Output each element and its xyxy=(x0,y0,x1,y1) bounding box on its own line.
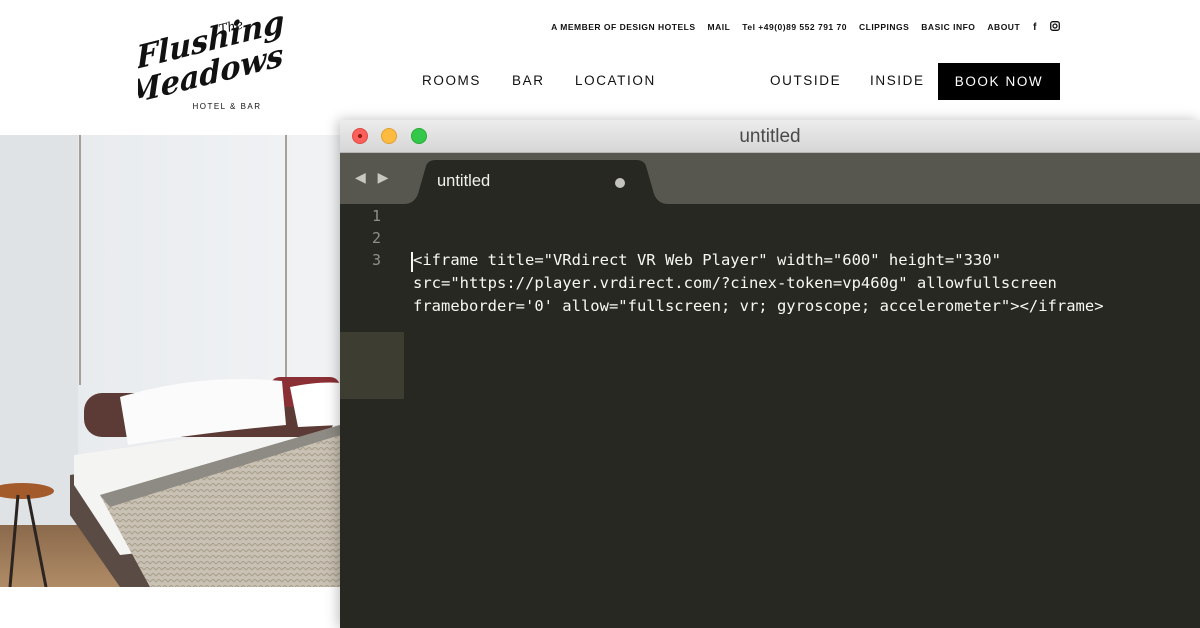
tab-bar: ◀ ▶ untitled xyxy=(340,153,1200,204)
tab-untitled[interactable]: untitled xyxy=(404,160,668,204)
nav-location[interactable]: LOCATION xyxy=(575,73,656,88)
code-line[interactable]: src="https://player.vrdirect.com/?cinex-… xyxy=(413,272,1057,295)
unsaved-dot-icon[interactable] xyxy=(615,178,625,188)
instagram-glyph xyxy=(1050,20,1060,31)
top-nav-basic-info[interactable]: BASIC INFO xyxy=(921,22,975,32)
nav-inside[interactable]: INSIDE xyxy=(870,73,925,88)
window-titlebar[interactable]: untitled xyxy=(340,120,1200,153)
nav-rooms[interactable]: ROOMS xyxy=(422,73,481,88)
active-line-gutter-highlight xyxy=(340,332,404,399)
top-utility-nav: A MEMBER OF DESIGN HOTELS MAIL Tel +49(0… xyxy=(539,20,1060,34)
code-line[interactable]: <iframe title="VRdirect VR Web Player" w… xyxy=(413,249,1001,272)
line-number: 1 xyxy=(371,207,381,225)
code-line[interactable]: frameborder='0' allow="fullscreen; vr; g… xyxy=(413,295,1104,318)
top-nav-phone[interactable]: Tel +49(0)89 552 791 70 xyxy=(742,22,847,32)
book-now-button[interactable]: BOOK NOW xyxy=(938,63,1060,100)
top-nav-design-hotels[interactable]: A MEMBER OF DESIGN HOTELS xyxy=(551,22,695,32)
code-editor-window[interactable]: untitled ◀ ▶ untitled 1 2 3 <iframe titl… xyxy=(340,120,1200,628)
top-nav-about[interactable]: ABOUT xyxy=(987,22,1020,32)
tab-nav-arrows-icon[interactable]: ◀ ▶ xyxy=(355,169,392,186)
tab-label: untitled xyxy=(437,172,491,190)
top-nav-clippings[interactable]: CLIPPINGS xyxy=(859,22,909,32)
line-number: 2 xyxy=(371,229,381,247)
top-nav-mail[interactable]: MAIL xyxy=(708,22,731,32)
instagram-icon[interactable] xyxy=(1050,20,1060,34)
logo-subtitle: HOTEL & BAR xyxy=(192,102,262,111)
nav-outside[interactable]: OUTSIDE xyxy=(770,73,841,88)
bedroom-illustration xyxy=(0,135,340,587)
hotel-room-photo xyxy=(0,135,340,587)
nav-bar[interactable]: BAR xyxy=(512,73,545,88)
facebook-icon[interactable]: f xyxy=(1033,22,1037,33)
window-title: untitled xyxy=(739,126,801,147)
line-number: 3 xyxy=(371,251,381,269)
line-number-gutter: 1 2 3 xyxy=(340,204,404,628)
